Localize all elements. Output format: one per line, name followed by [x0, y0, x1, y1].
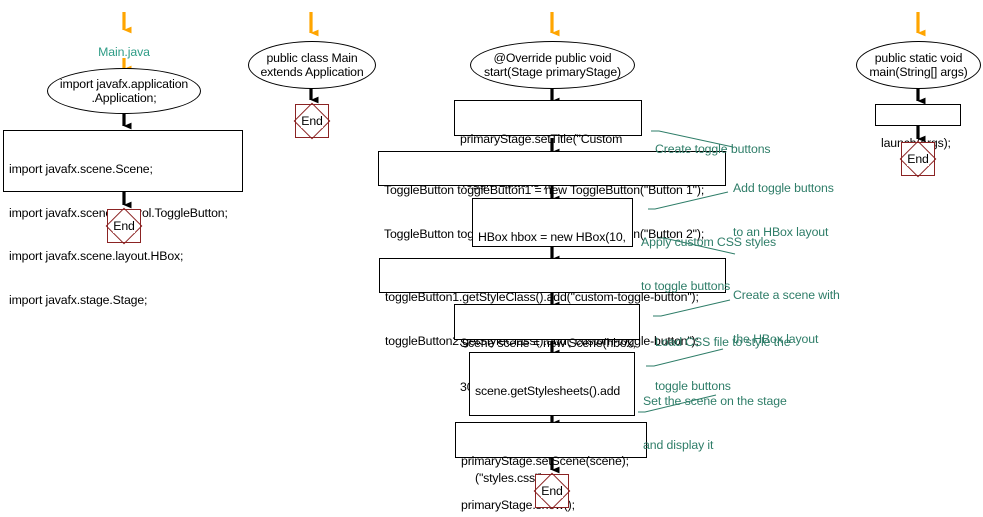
end-node-imports-label: End — [113, 218, 135, 233]
imports-line-3: import javafx.scene.layout.HBox; — [9, 249, 184, 263]
end-node-start: End — [533, 472, 571, 510]
main-method-ellipse: public static void main(String[] args) — [856, 41, 981, 89]
imports-box: import javafx.scene.Scene; import javafx… — [3, 130, 243, 307]
end-node-class: End — [293, 102, 331, 140]
main-method-line-2: main(String[] args) — [869, 65, 968, 79]
end-node-class-label: End — [301, 113, 323, 128]
scene-box: Scene scene = new Scene(hbox, 300, 200); — [454, 304, 640, 394]
scene-line-1: Scene scene = new Scene(hbox, — [460, 336, 636, 350]
class-main-line-2: extends Application — [260, 65, 364, 79]
note-set-scene-line-1: Set the scene on the stage — [643, 394, 787, 408]
note-apply-css-line-1: Apply custom CSS styles — [641, 235, 777, 249]
stylesheets-box: scene.getStylesheets().add (getClass().g… — [469, 352, 635, 517]
end-node-start-label: End — [541, 483, 563, 498]
class-main-line-1: public class Main — [266, 50, 358, 65]
import-application-line-2: .Application; — [91, 91, 157, 105]
import-application-line-1: import javafx.application — [59, 76, 189, 91]
set-scene-line-1: primaryStage.setScene(scene); — [461, 454, 629, 468]
hbox-line-1: HBox hbox = new HBox(10, — [478, 230, 626, 244]
note-add-toggle-buttons-line-1: Add toggle buttons — [733, 181, 834, 195]
class-main-ellipse: public class Main extends Application — [248, 41, 376, 89]
start-method-line-2: start(Stage primaryStage) — [483, 65, 622, 79]
note-set-scene: Set the scene on the stage and display i… — [643, 365, 787, 481]
hbox-box: HBox hbox = new HBox(10, toggleButton1, … — [472, 198, 633, 331]
end-node-main-label: End — [907, 151, 929, 166]
main-method-line-1: public static void — [874, 50, 963, 65]
flowchart-canvas: Main.java import javafx.application .App… — [0, 0, 983, 517]
end-node-main: End — [899, 140, 937, 178]
set-scene-show-box: primaryStage.setScene(scene); primarySta… — [455, 422, 647, 512]
file-label-main-java: Main.java — [98, 45, 150, 59]
imports-line-1: import javafx.scene.Scene; — [9, 162, 153, 176]
launch-box: launch(args); — [875, 104, 961, 150]
stylesheets-line-1: scene.getStylesheets().add — [475, 384, 621, 398]
set-title-line-1: primaryStage.setTitle("Custom — [460, 132, 623, 146]
start-method-ellipse: @Override public void start(Stage primar… — [470, 41, 635, 89]
import-application-ellipse: import javafx.application .Application; — [47, 68, 201, 114]
start-method-line-1: @Override public void — [493, 50, 612, 65]
end-node-imports: End — [105, 207, 143, 245]
imports-line-4: import javafx.stage.Stage; — [9, 292, 148, 307]
note-load-css-line-1: Load CSS file to style the — [655, 335, 791, 349]
note-create-scene-line-1: Create a scene with — [733, 288, 840, 302]
note-set-scene-line-2: and display it — [643, 437, 714, 452]
set-title-box: primaryStage.setTitle("Custom Toggle But… — [454, 100, 642, 190]
